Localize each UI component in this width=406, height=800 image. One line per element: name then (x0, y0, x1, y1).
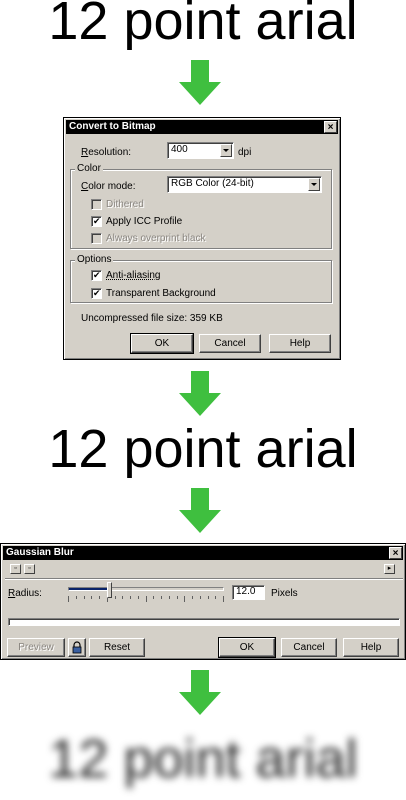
dialog-title: Gaussian Blur (6, 547, 74, 558)
slider-tick (153, 596, 154, 599)
checkmark-icon: ✔ (93, 288, 101, 298)
antialiasing-checkbox[interactable]: ✔ (91, 270, 102, 281)
file-size-text: Uncompressed file size: 359 KB (81, 313, 223, 324)
slider-tick (215, 596, 216, 599)
banner-middle: 12 point arial (48, 419, 358, 479)
banner-bottom-blurred: 12 point arial (48, 729, 358, 789)
radius-slider-fill (69, 588, 110, 590)
convert-to-bitmap-dialog: Convert to Bitmap × Resolution: 400 dpi … (63, 117, 341, 360)
cancel-button[interactable]: Cancel (199, 334, 261, 353)
radius-slider-track[interactable] (68, 587, 224, 591)
close-icon[interactable]: × (389, 547, 402, 559)
slider-tick (161, 596, 162, 599)
slider-tick (130, 596, 131, 599)
radius-unit: Pixels (271, 588, 298, 599)
resolution-value: 400 (171, 144, 188, 155)
lock-button[interactable] (68, 638, 86, 657)
slider-tick (146, 596, 147, 602)
slider-tick (200, 596, 201, 599)
slider-tick (169, 596, 170, 599)
slider-tick (122, 596, 123, 599)
flyout-arrow-icon[interactable]: ▸ (384, 564, 395, 574)
dithered-label: Dithered (106, 199, 144, 210)
dithered-checkbox[interactable] (91, 199, 102, 210)
apply-icc-checkbox[interactable]: ✔ (91, 216, 102, 227)
color-mode-select[interactable]: RGB Color (24-bit) (167, 176, 322, 193)
dialog-titlebar: Gaussian Blur × (3, 546, 403, 560)
down-arrow-icon (179, 488, 221, 533)
transparent-background-checkbox[interactable]: ✔ (91, 288, 102, 299)
help-button[interactable]: Help (269, 334, 331, 353)
dialog-title: Convert to Bitmap (69, 121, 156, 132)
gaussian-blur-dialog: Gaussian Blur × ▫ ▫ ▸ Radius: 12.0 Pixel… (0, 543, 406, 660)
cancel-button[interactable]: Cancel (281, 638, 337, 657)
radius-slider-thumb[interactable] (107, 582, 112, 598)
preview-label: Preview (18, 642, 54, 653)
slider-tick (208, 596, 209, 599)
slider-tick (115, 596, 116, 599)
color-mode-value: RGB Color (24-bit) (171, 178, 254, 189)
antialiasing-label: Anti-aliasing (106, 270, 161, 281)
overprint-black-label: Always overprint black (106, 233, 206, 244)
help-button[interactable]: Help (343, 638, 399, 657)
radius-input[interactable]: 12.0 (232, 585, 265, 600)
lock-icon (72, 641, 82, 654)
close-icon[interactable]: × (324, 121, 337, 133)
options-group-title: Options (75, 254, 114, 266)
transparent-background-label: Transparent Background (106, 288, 216, 299)
progress-bar (8, 618, 400, 626)
slider-tick (76, 596, 77, 599)
chevron-down-icon[interactable] (308, 178, 320, 191)
slider-tick (177, 596, 178, 599)
chevron-down-icon[interactable] (220, 144, 232, 157)
dialog-titlebar: Convert to Bitmap × (66, 120, 338, 134)
down-arrow-icon (179, 371, 221, 416)
slider-tick (91, 596, 92, 599)
color-group-title: Color (75, 163, 103, 175)
down-arrow-icon (179, 60, 221, 105)
slider-tick (99, 596, 100, 599)
collapse-view-icon[interactable]: ▫ (24, 564, 35, 574)
color-mode-label: Color mode: (81, 181, 136, 192)
checkmark-icon: ✔ (93, 216, 101, 226)
ok-button[interactable]: OK (218, 637, 276, 658)
ok-button[interactable]: OK (130, 333, 194, 354)
checkmark-icon: ✔ (93, 270, 101, 280)
slider-tick (84, 596, 85, 599)
radius-label: Radius: (8, 588, 42, 599)
divider (5, 578, 403, 580)
overprint-black-checkbox[interactable] (91, 233, 102, 244)
down-arrow-icon (179, 670, 221, 715)
expand-view-icon[interactable]: ▫ (10, 564, 21, 574)
resolution-label: Resolution: (81, 147, 132, 158)
slider-tick (192, 596, 193, 599)
reset-button[interactable]: Reset (89, 638, 145, 657)
preview-button[interactable]: Preview (7, 638, 65, 657)
apply-icc-label: Apply ICC Profile (106, 216, 183, 227)
slider-tick (223, 596, 224, 602)
resolution-combobox[interactable]: 400 (167, 142, 234, 159)
slider-tick (68, 596, 69, 602)
slider-ticks (68, 596, 224, 602)
slider-tick (138, 596, 139, 599)
banner-top: 12 point arial (48, 0, 358, 51)
resolution-unit: dpi (238, 147, 252, 158)
radius-value: 12.0 (236, 586, 256, 597)
slider-tick (184, 596, 185, 602)
